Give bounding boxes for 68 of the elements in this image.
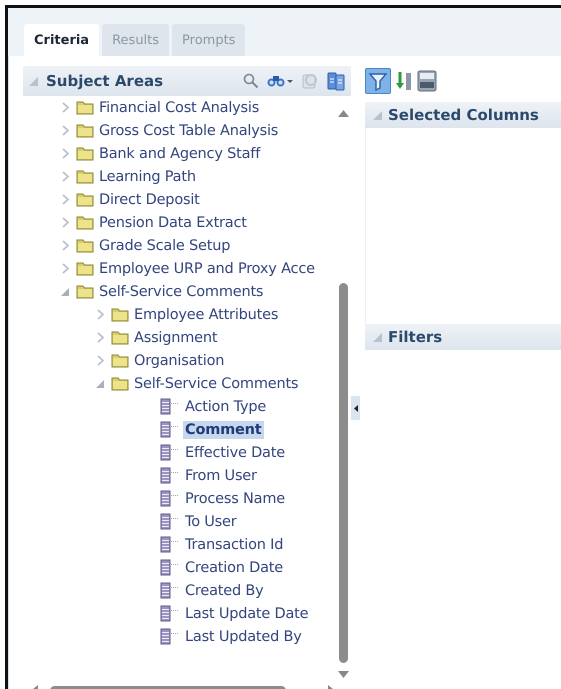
tree-item[interactable]: Process Name xyxy=(183,490,287,508)
tree-item[interactable]: To User xyxy=(183,512,239,530)
expanded-arrow-icon[interactable] xyxy=(96,380,104,388)
panel-title: Subject Areas xyxy=(46,72,164,90)
scroll-up-icon[interactable] xyxy=(338,110,348,117)
tree-item[interactable]: Self-Service Comments xyxy=(132,374,300,392)
tree-item[interactable]: Bank and Agency Staff xyxy=(97,144,262,162)
column-icon xyxy=(160,513,180,530)
tree-item[interactable]: Learning Path xyxy=(97,168,198,186)
folder-icon xyxy=(76,238,94,253)
tree-item[interactable]: Created By xyxy=(183,582,266,600)
collapse-arrow-icon[interactable] xyxy=(354,404,358,412)
collapse-triangle-icon[interactable] xyxy=(29,76,38,86)
tree-item[interactable]: Employee URP and Proxy Acce xyxy=(97,260,317,278)
column-icon xyxy=(160,467,180,484)
column-icon xyxy=(160,628,180,645)
folder-icon xyxy=(111,376,129,391)
tree-item[interactable]: Last Update Date xyxy=(183,604,310,622)
folder-icon xyxy=(76,192,94,207)
search-icon[interactable] xyxy=(243,73,259,89)
column-icon xyxy=(160,536,180,553)
scroll-down-icon[interactable] xyxy=(338,671,348,678)
tree-item[interactable]: Transaction Id xyxy=(183,536,286,554)
collapse-triangle-icon[interactable] xyxy=(373,110,382,120)
tree-item[interactable]: Last Updated By xyxy=(183,628,304,646)
folder-icon xyxy=(76,146,94,161)
tree-item[interactable]: Creation Date xyxy=(183,558,286,576)
section-title: Selected Columns xyxy=(388,106,539,124)
column-icon xyxy=(160,421,180,438)
folder-icon xyxy=(76,100,94,115)
tree-item[interactable]: Financial Cost Analysis xyxy=(97,98,262,116)
tree-item[interactable]: From User xyxy=(183,466,259,484)
collapse-triangle-icon[interactable] xyxy=(373,332,382,342)
tree-item[interactable]: Grade Scale Setup xyxy=(97,236,232,254)
column-icon xyxy=(160,582,180,599)
folder-icon xyxy=(76,261,94,276)
tree-item[interactable]: Action Type xyxy=(183,398,268,416)
folder-icon xyxy=(76,123,94,138)
tree-item[interactable]: Effective Date xyxy=(183,444,287,462)
tree-item[interactable]: Gross Cost Table Analysis xyxy=(97,122,280,140)
column-icon xyxy=(160,398,180,415)
tree-item[interactable]: Pension Data Extract xyxy=(97,214,249,232)
tree-item[interactable]: Employee Attributes xyxy=(132,306,280,324)
sort-icon[interactable] xyxy=(395,70,413,92)
folder-icon xyxy=(76,284,94,299)
tree-item[interactable]: Direct Deposit xyxy=(97,190,202,208)
tree-item[interactable]: Comment xyxy=(183,420,264,438)
folder-icon xyxy=(76,215,94,230)
folder-icon xyxy=(111,353,129,368)
folder-icon xyxy=(111,307,129,322)
binoculars-icon[interactable] xyxy=(267,74,293,88)
folder-icon xyxy=(111,330,129,345)
properties-icon[interactable] xyxy=(327,71,345,91)
column-icon xyxy=(160,444,180,461)
scrollbar-thumb[interactable] xyxy=(338,283,348,663)
tree-item[interactable]: Self-Service Comments xyxy=(97,282,266,300)
expanded-arrow-icon[interactable] xyxy=(61,288,69,296)
calculator-icon[interactable] xyxy=(417,70,437,92)
tree-item[interactable]: Organisation xyxy=(132,352,226,370)
section-title: Filters xyxy=(388,328,442,346)
collapse-handle[interactable] xyxy=(351,396,360,420)
column-icon xyxy=(160,490,180,507)
column-icon xyxy=(160,559,180,576)
folder-icon xyxy=(76,169,94,184)
column-icon xyxy=(160,605,180,622)
filter-icon[interactable] xyxy=(365,68,391,94)
tree-item[interactable]: Assignment xyxy=(132,328,220,346)
tab[interactable]: Criteria xyxy=(24,24,100,56)
